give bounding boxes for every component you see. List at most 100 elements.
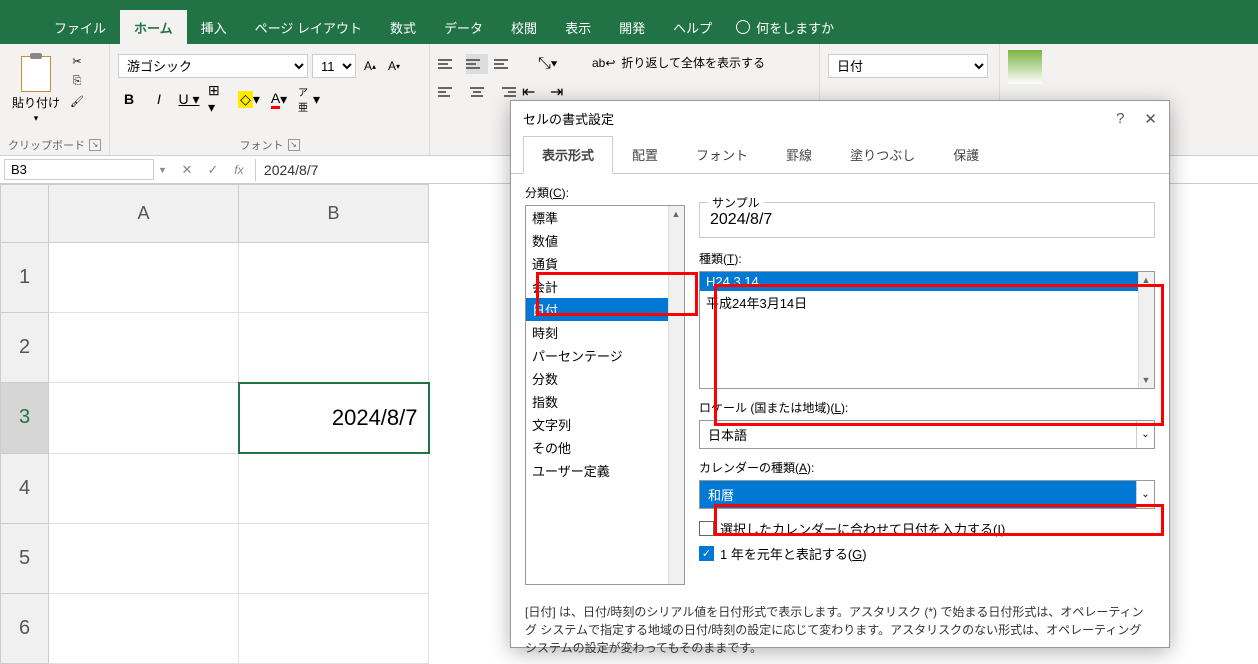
font-name-select[interactable]: 游ゴシック	[118, 54, 308, 78]
font-launcher[interactable]: ↘	[288, 139, 300, 151]
format-painter-button[interactable]: 🖌	[68, 92, 86, 110]
cell-a2[interactable]	[49, 313, 239, 383]
cat-standard[interactable]: 標準	[526, 206, 684, 229]
confirm-edit-button[interactable]: ✓	[201, 159, 225, 181]
cat-time[interactable]: 時刻	[526, 321, 684, 344]
tab-home[interactable]: ホーム	[120, 10, 187, 45]
shrink-font-button[interactable]: A▾	[384, 56, 404, 76]
dialog-title: セルの書式設定	[523, 109, 614, 128]
cat-fraction[interactable]: 分数	[526, 367, 684, 390]
locale-combo[interactable]: 日本語 ⌄	[699, 420, 1155, 449]
dialog-close-button[interactable]: ✕	[1144, 110, 1157, 128]
cell-a1[interactable]	[49, 243, 239, 313]
dialog-titlebar[interactable]: セルの書式設定 ? ✕	[511, 101, 1169, 136]
calendar-combo[interactable]: 和暦 ⌄	[699, 480, 1155, 509]
row-header-4[interactable]: 4	[1, 453, 49, 523]
align-right-button[interactable]	[494, 82, 516, 102]
row-header-3[interactable]: 3	[1, 383, 49, 453]
cat-scientific[interactable]: 指数	[526, 390, 684, 413]
cell-a4[interactable]	[49, 453, 239, 523]
row-header-5[interactable]: 5	[1, 523, 49, 593]
input-match-checkbox[interactable]: 選択したカレンダーに合わせて日付を入力する(I)	[699, 519, 1155, 538]
tab-insert[interactable]: 挿入	[187, 10, 241, 45]
cut-button[interactable]: ✂	[68, 52, 86, 70]
tab-dev[interactable]: 開発	[605, 10, 659, 45]
name-box[interactable]	[4, 159, 154, 180]
cell-b2[interactable]	[239, 313, 429, 383]
cancel-edit-button[interactable]: ✕	[175, 159, 199, 181]
cat-percent[interactable]: パーセンテージ	[526, 344, 684, 367]
dlg-tab-protect[interactable]: 保護	[934, 136, 998, 173]
format-description: [日付] は、日付/時刻のシリアル値を日付形式で表示します。アスタリスク (*)…	[511, 595, 1169, 657]
bold-button[interactable]: B	[118, 88, 140, 110]
row-header-2[interactable]: 2	[1, 313, 49, 383]
type-item-1[interactable]: 平成24年3月14日	[700, 291, 1154, 314]
conditional-format-button[interactable]	[1008, 50, 1042, 84]
indent-dec-button[interactable]: ⇤	[522, 82, 544, 102]
category-scrollbar[interactable]: ▲	[668, 206, 684, 584]
insert-function-button[interactable]: fx	[227, 159, 251, 181]
cat-currency[interactable]: 通貨	[526, 252, 684, 275]
align-bottom-button[interactable]	[494, 54, 516, 74]
dlg-tab-align[interactable]: 配置	[613, 136, 677, 173]
tab-view[interactable]: 表示	[551, 10, 605, 45]
grow-font-button[interactable]: A▴	[360, 56, 380, 76]
tab-file[interactable]: ファイル	[40, 10, 120, 45]
cell-b4[interactable]	[239, 453, 429, 523]
cell-b6[interactable]	[239, 593, 429, 663]
category-list[interactable]: 標準 数値 通貨 会計 日付 時刻 パーセンテージ 分数 指数 文字列 その他 …	[525, 205, 685, 585]
cat-number[interactable]: 数値	[526, 229, 684, 252]
cat-accounting[interactable]: 会計	[526, 275, 684, 298]
align-center-button[interactable]	[466, 82, 488, 102]
copy-button[interactable]: ⎘	[68, 72, 86, 90]
cell-a3[interactable]	[49, 383, 239, 453]
align-top-button[interactable]	[438, 54, 460, 74]
cell-a5[interactable]	[49, 523, 239, 593]
fill-color-button[interactable]: ◇▾	[238, 88, 260, 110]
row-header-6[interactable]: 6	[1, 593, 49, 663]
cat-text[interactable]: 文字列	[526, 413, 684, 436]
type-item-0[interactable]: H24.3.14	[700, 272, 1154, 291]
tab-help[interactable]: ヘルプ	[659, 10, 726, 45]
tab-review[interactable]: 校閲	[497, 10, 551, 45]
col-header-a[interactable]: A	[49, 185, 239, 243]
cell-b3[interactable]: 2024/8/7	[239, 383, 429, 453]
clipboard-launcher[interactable]: ↘	[89, 139, 101, 151]
tab-formula[interactable]: 数式	[376, 10, 430, 45]
gannen-checkbox[interactable]: ✓ 1 年を元年と表記する(G)	[699, 544, 1155, 563]
dialog-help-button[interactable]: ?	[1116, 110, 1124, 128]
dlg-tab-border[interactable]: 罫線	[767, 136, 831, 173]
orientation-button[interactable]: ⤡▾	[538, 54, 560, 74]
italic-button[interactable]: I	[148, 88, 170, 110]
select-all-corner[interactable]	[1, 185, 49, 243]
col-header-b[interactable]: B	[239, 185, 429, 243]
phonetic-button[interactable]: ア亜▾	[298, 88, 320, 110]
align-middle-button[interactable]	[466, 54, 488, 74]
paste-button[interactable]: 貼り付け ▾	[8, 52, 64, 128]
cat-date[interactable]: 日付	[526, 298, 684, 321]
border-button[interactable]: ⊞ ▾	[208, 88, 230, 110]
dlg-tab-font[interactable]: フォント	[677, 136, 767, 173]
dlg-tab-number[interactable]: 表示形式	[523, 136, 613, 174]
row-header-1[interactable]: 1	[1, 243, 49, 313]
cell-a6[interactable]	[49, 593, 239, 663]
dlg-tab-fill[interactable]: 塗りつぶし	[831, 136, 934, 173]
number-format-select[interactable]: 日付	[828, 54, 988, 78]
tell-me-search[interactable]: 何をしますか	[736, 18, 834, 37]
tab-data[interactable]: データ	[430, 10, 497, 45]
cat-custom[interactable]: ユーザー定義	[526, 459, 684, 482]
font-color-button[interactable]: A▾	[268, 88, 290, 110]
type-list[interactable]: H24.3.14 平成24年3月14日 ▲▼	[699, 271, 1155, 389]
cell-b1[interactable]	[239, 243, 429, 313]
category-label: 分類(C):	[525, 184, 685, 201]
font-size-select[interactable]: 11	[312, 54, 356, 78]
locale-label: ロケール (国または地域)(L):	[699, 399, 1155, 416]
cat-special[interactable]: その他	[526, 436, 684, 459]
indent-inc-button[interactable]: ⇥	[550, 82, 572, 102]
type-scrollbar[interactable]: ▲▼	[1138, 272, 1154, 388]
cell-b5[interactable]	[239, 523, 429, 593]
underline-button[interactable]: U ▾	[178, 88, 200, 110]
wrap-text-button[interactable]: ab↩ 折り返して全体を表示する	[592, 54, 765, 71]
tab-layout[interactable]: ページ レイアウト	[241, 10, 376, 45]
align-left-button[interactable]	[438, 82, 460, 102]
